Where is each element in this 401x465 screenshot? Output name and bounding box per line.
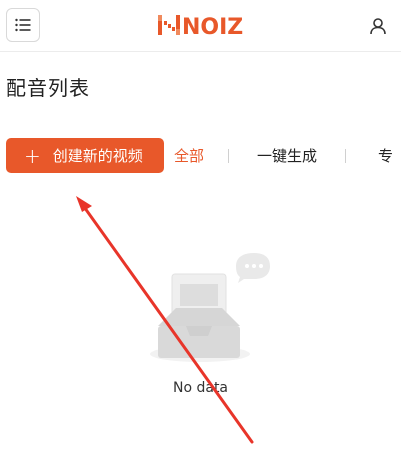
empty-inbox-icon (150, 253, 270, 362)
list-icon (15, 18, 31, 32)
empty-state-text: No data (172, 380, 229, 396)
logo-text: NOIZ (182, 15, 243, 39)
user-button[interactable] (366, 14, 390, 38)
create-video-button[interactable]: + 创建新的视频 (6, 138, 164, 173)
plus-icon: + (24, 143, 41, 168)
top-bar: NOIZ (0, 0, 401, 52)
page-title: 配音列表 (6, 76, 90, 100)
noiz-logo[interactable]: NOIZ (158, 11, 244, 39)
menu-button[interactable] (6, 8, 40, 42)
tab-all[interactable]: 全部 (166, 145, 212, 166)
tab-one-click-generate[interactable]: 一键生成 (249, 145, 325, 166)
tab-divider (345, 148, 347, 163)
filter-tabs: 全部 一键生成 专 (166, 138, 401, 173)
create-video-label: 创建新的视频 (52, 147, 143, 165)
tab-divider (228, 148, 230, 163)
user-icon (370, 18, 386, 35)
tab-pro[interactable]: 专 (370, 145, 401, 166)
